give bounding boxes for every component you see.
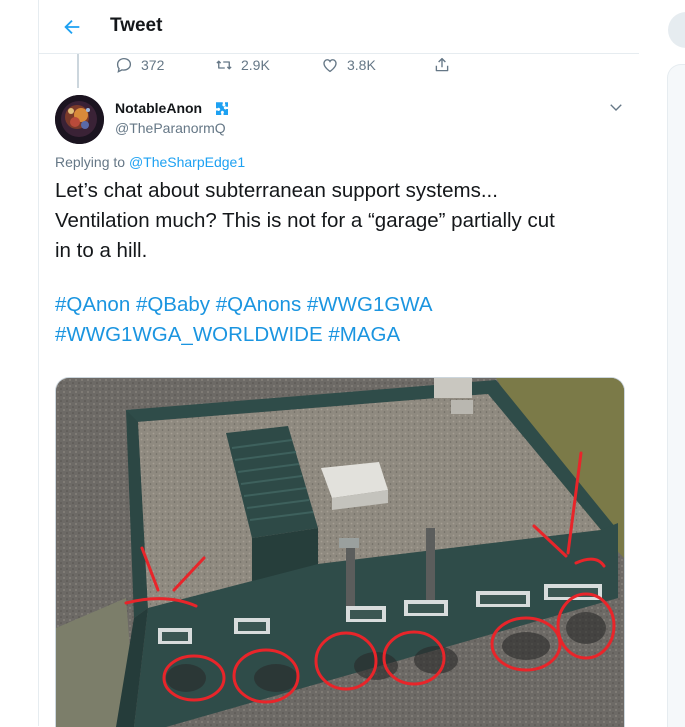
tweet-text-line: Let’s chat about subterranean support sy…: [55, 179, 498, 202]
hashtag-link[interactable]: #QAnon: [55, 293, 130, 316]
hashtag-link[interactable]: #WWG1WGA_WORLDWIDE: [55, 323, 323, 346]
share-button[interactable]: [433, 54, 459, 76]
tweet-text: Let’s chat about subterranean support sy…: [55, 176, 625, 266]
replying-to: Replying to @TheSharpEdge1: [55, 154, 245, 170]
sidebar-search-box[interactable]: [668, 12, 685, 48]
retweet-icon: [216, 60, 232, 70]
right-sidebar: [639, 0, 685, 727]
like-count: 3.8K: [347, 57, 376, 73]
hashtags: #QAnon #QBaby #QAnons #WWG1GWA #WWG1WGA_…: [55, 290, 625, 350]
author-handle[interactable]: @TheParanormQ: [115, 120, 226, 136]
reply-icon: [116, 57, 132, 73]
like-icon: [323, 59, 337, 73]
reply-button[interactable]: 372: [115, 54, 164, 76]
tweet-media-photo[interactable]: [55, 377, 625, 727]
page-title: Tweet: [110, 15, 163, 36]
page-header: Tweet: [39, 0, 639, 54]
avatar-image: [55, 95, 104, 144]
hashtag-link[interactable]: #WWG1GWA: [307, 293, 433, 316]
left-gutter: [0, 0, 38, 726]
hashtag-link[interactable]: #QAnons: [216, 293, 301, 316]
chevron-down-icon[interactable]: [607, 98, 625, 116]
sidebar-trends-panel: [667, 64, 685, 727]
thread-connector-line: [77, 54, 79, 88]
hashtag-link[interactable]: #MAGA: [328, 323, 400, 346]
avatar[interactable]: [55, 95, 104, 144]
retweet-count: 2.9K: [241, 57, 270, 73]
puzzle-piece-icon: [216, 102, 228, 115]
author-name[interactable]: NotableAnon: [115, 100, 202, 116]
replying-to-prefix: Replying to: [55, 154, 126, 170]
aerial-building-photo: [56, 378, 624, 727]
like-button[interactable]: 3.8K: [321, 54, 376, 76]
share-icon: [435, 57, 449, 72]
replying-to-handle-link[interactable]: @TheSharpEdge1: [129, 154, 245, 170]
tweet-text-line: in to a hill.: [55, 239, 148, 262]
reply-count: 372: [141, 57, 165, 73]
arrow-left-icon[interactable]: [61, 16, 83, 38]
tweet-column: Tweet 372 2.9K 3.8K NotableAnon @ThePara…: [38, 0, 640, 727]
retweet-button[interactable]: 2.9K: [215, 54, 270, 76]
hashtag-link[interactable]: #QBaby: [136, 293, 210, 316]
tweet-text-line: Ventilation much? This is not for a “gar…: [55, 209, 555, 232]
